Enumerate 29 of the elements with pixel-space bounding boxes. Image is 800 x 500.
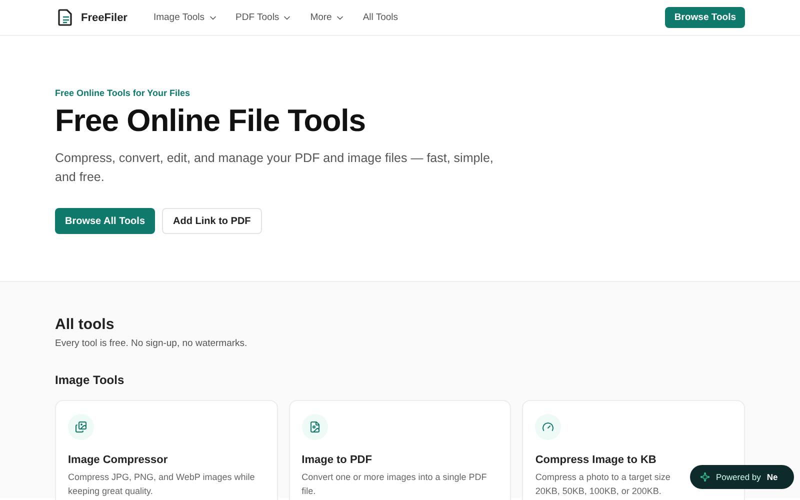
eyebrow-text: Free Online Tools for Your Files [55,88,192,98]
tool-description: Compress JPG, PNG, and WebP images while keeping great quality. [68,471,255,498]
file-image-icon [302,414,328,440]
tool-description: Compress a photo to a target size 20KB, 50KB, 100KB, or 200KB. [535,471,672,498]
sparkle-icon [700,472,710,482]
badge-brand: Ne [766,472,778,482]
browse-tools-button[interactable]: Browse Tools [665,7,745,28]
add-link-button[interactable]: Add Link to PDF [162,208,262,234]
browse-all-tools-button[interactable]: Browse All Tools [55,208,156,234]
nav-link[interactable]: More [310,12,345,23]
nav-link[interactable]: PDF Tools [236,12,292,23]
section-subtitle: Every tool is free. No sign-up, no watermarks. [55,338,248,349]
hero-subtitle: Compress, convert, edit, and manage your PDF and image files — fast, simple, and free. [55,150,494,186]
brand-name: FreeFiler [81,12,128,24]
nav-link[interactable]: Image Tools [153,12,218,23]
file-logo-icon [58,9,73,26]
tool-description: Convert one or more images into a single PDF file. [302,471,488,498]
gauge-icon [535,414,562,440]
group-title: Image Tools [55,373,126,387]
images-icon [68,414,94,440]
tool-title: Compress Image to KB [535,454,658,466]
tool-title: Image Compressor [68,454,169,466]
hero-title: Free Online File Tools [55,103,367,139]
powered-by-badge[interactable]: Powered by Ne [690,465,794,489]
tool-card[interactable]: Image to PDF Convert one or more images into a single PDF file. [288,400,512,500]
tool-card[interactable]: Image Compressor Compress JPG, PNG, and WebP images while keeping great quality. [55,400,278,500]
section-title: All tools [55,316,116,333]
nav-link[interactable]: All Tools [362,12,398,23]
tool-title: Image to PDF [302,454,373,466]
